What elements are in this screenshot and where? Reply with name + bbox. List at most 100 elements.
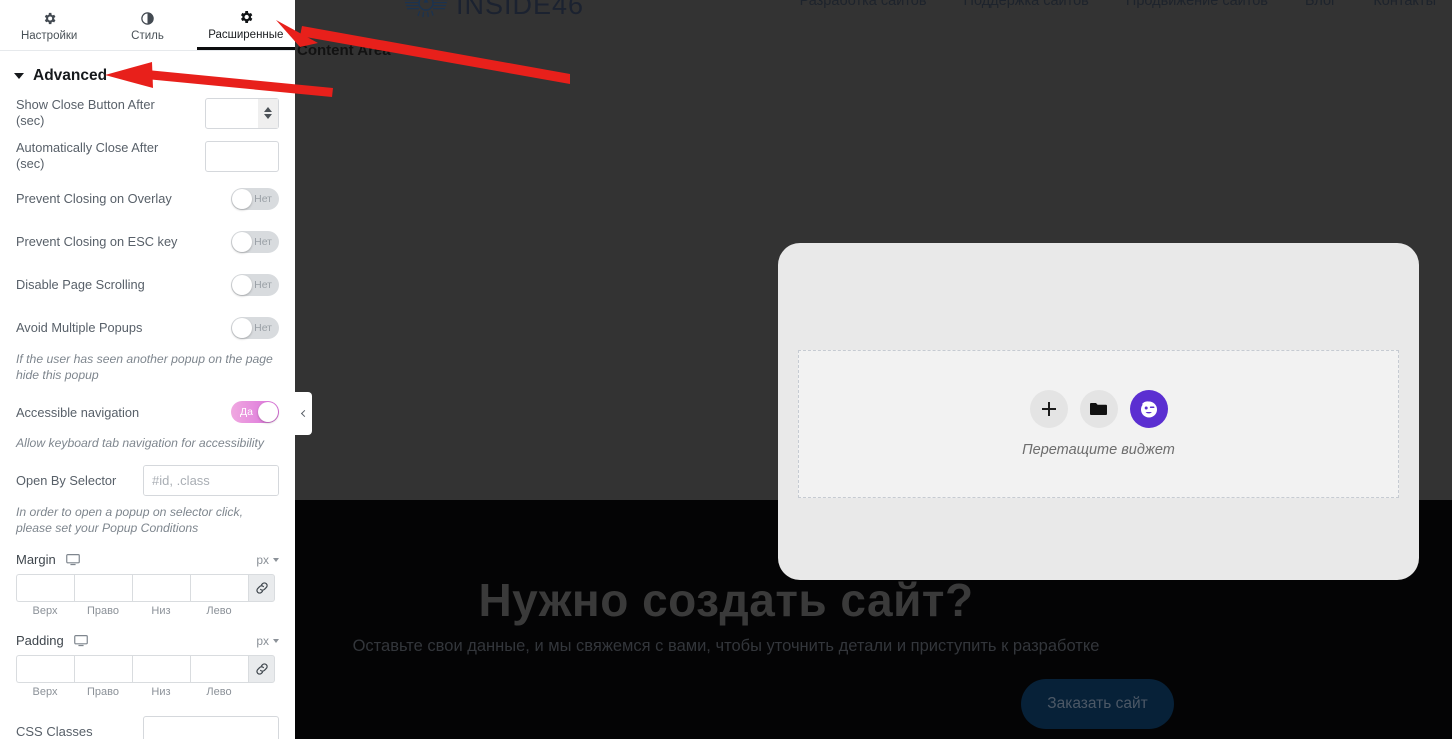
padding-top-input[interactable]: [16, 655, 74, 684]
nav-item-4[interactable]: Контакты: [1373, 0, 1436, 9]
margin-inputs: [16, 574, 279, 603]
field-prevent-overlay: Prevent Closing on Overlay Нет: [16, 183, 279, 215]
popup-card: Перетащите виджет: [778, 243, 1419, 580]
margin-header: Margin px: [16, 552, 279, 567]
nav-item-2[interactable]: Продвижение сайтов: [1126, 0, 1268, 9]
tab-settings-label: Настройки: [20, 30, 78, 42]
tab-advanced[interactable]: Расширенные: [196, 0, 295, 50]
field-accessible-navigation: Accessible navigation Да: [16, 396, 279, 428]
prevent-esc-toggle[interactable]: Нет: [231, 231, 279, 253]
chevron-down-icon: [273, 638, 279, 643]
prevent-overlay-toggle[interactable]: Нет: [231, 188, 279, 210]
tab-advanced-label: Расширенные: [208, 29, 284, 41]
toggle-state-label: Нет: [254, 193, 272, 205]
gear-icon: [44, 12, 56, 25]
site-brand[interactable]: INSIDE46: [404, 0, 584, 21]
toggle-knob: [232, 189, 252, 209]
tab-settings[interactable]: Настройки: [0, 0, 98, 50]
drop-hint-text: Перетащите виджет: [1022, 442, 1175, 458]
accessible-navigation-toggle[interactable]: Да: [231, 401, 279, 424]
disable-scroll-toggle[interactable]: Нет: [231, 274, 279, 296]
padding-caption-bottom: Низ: [151, 686, 171, 699]
field-show-close-button: Show Close Button After (sec): [16, 97, 279, 129]
accessible-navigation-hint: Allow keyboard tab navigation for access…: [16, 436, 264, 451]
tab-style-label: Стиль: [131, 30, 164, 42]
nav-item-1[interactable]: Поддержка сайтов: [964, 0, 1089, 9]
margin-link-values-button[interactable]: [248, 574, 275, 603]
padding-title: Padding: [16, 633, 64, 649]
padding-header: Padding px: [16, 633, 279, 648]
screen-root: INSIDE46 Разработка сайтов Поддержка сай…: [0, 0, 1452, 739]
field-css-classes: CSS Classes: [16, 716, 279, 739]
advanced-section-header[interactable]: Advanced: [0, 51, 295, 97]
css-classes-input[interactable]: [143, 716, 279, 739]
field-label: Show Close Button After (sec): [16, 97, 155, 128]
avoid-multiple-hint: If the user has seen another popup on th…: [16, 352, 273, 383]
toggle-knob: [258, 402, 278, 423]
content-area-label: Content Area: [297, 42, 391, 59]
padding-caption-top: Верх: [32, 686, 58, 699]
field-auto-close: Automatically Close After (sec): [16, 140, 279, 172]
ai-face-icon: [1140, 401, 1157, 418]
padding-right-input[interactable]: [74, 655, 132, 684]
ai-builder-button[interactable]: [1129, 390, 1168, 428]
toggle-state-label: Нет: [254, 279, 272, 291]
folder-button[interactable]: [1079, 390, 1118, 428]
plus-icon: [1041, 402, 1056, 416]
chevron-down-icon: [273, 557, 279, 562]
margin-right-input[interactable]: [74, 574, 132, 603]
sidebar-collapse-handle[interactable]: [295, 392, 312, 435]
padding-left-input[interactable]: [190, 655, 248, 684]
toggle-knob: [232, 232, 252, 252]
contrast-icon: [141, 12, 154, 25]
padding-inputs: [16, 655, 279, 684]
nav-item-0[interactable]: Разработка сайтов: [800, 0, 927, 9]
toggle-knob: [232, 318, 252, 338]
field-label: Avoid Multiple Popups: [16, 320, 143, 336]
auto-close-input[interactable]: [205, 140, 279, 172]
editor-tabs: Настройки Стиль Расширенные: [0, 0, 295, 51]
tab-style[interactable]: Стиль: [98, 0, 196, 50]
field-label: Automatically Close After (sec): [16, 140, 159, 171]
margin-left-input[interactable]: [190, 574, 248, 603]
css-classes-label: CSS Classes: [16, 723, 93, 739]
brand-name: INSIDE46: [456, 0, 585, 20]
padding-link-values-button[interactable]: [248, 655, 275, 684]
field-label: Accessible navigation: [16, 404, 140, 420]
margin-caption-bottom: Низ: [151, 605, 171, 618]
number-stepper[interactable]: [258, 98, 278, 128]
margin-unit-selector[interactable]: px: [256, 553, 279, 567]
widget-drop-zone[interactable]: Перетащите виджет: [798, 350, 1399, 498]
advanced-panel: Show Close Button After (sec) Automatica…: [0, 97, 295, 739]
padding-unit-selector[interactable]: px: [256, 634, 279, 648]
chevron-down-icon: [14, 73, 24, 79]
field-label: Open By Selector: [16, 472, 117, 488]
advanced-section-title: Advanced: [33, 67, 108, 84]
desktop-icon[interactable]: [65, 553, 80, 566]
field-label: Prevent Closing on ESC key: [16, 234, 178, 250]
open-by-selector-input[interactable]: [144, 466, 278, 496]
padding-bottom-input[interactable]: [132, 655, 190, 684]
desktop-icon[interactable]: [73, 634, 88, 647]
padding-unit-label: px: [256, 633, 269, 648]
margin-top-input[interactable]: [16, 574, 74, 603]
toggle-state-label: Нет: [254, 322, 272, 334]
padding-captions: Верх Право Низ Лево: [16, 686, 279, 698]
nav-item-3[interactable]: Блог: [1305, 0, 1336, 9]
add-widget-button[interactable]: [1029, 390, 1068, 428]
winged-emblem-logo-icon: [405, 0, 447, 17]
padding-caption-left: Лево: [206, 686, 232, 699]
link-icon: [255, 582, 268, 594]
margin-title: Margin: [16, 552, 56, 568]
margin-bottom-input[interactable]: [132, 574, 190, 603]
show-close-button-input-wrap[interactable]: [205, 97, 279, 129]
widget-buttons: [1029, 390, 1168, 428]
order-site-button[interactable]: Заказать сайт: [1021, 679, 1174, 729]
avoid-multiple-toggle[interactable]: Нет: [231, 317, 279, 339]
field-prevent-esc: Prevent Closing on ESC key Нет: [16, 226, 279, 258]
margin-caption-top: Верх: [32, 605, 58, 618]
toggle-state-label: Нет: [254, 236, 272, 248]
padding-caption-right: Право: [87, 686, 119, 699]
show-close-button-input[interactable]: [206, 98, 258, 128]
site-nav: Разработка сайтов Поддержка сайтов Продв…: [800, 0, 1436, 9]
